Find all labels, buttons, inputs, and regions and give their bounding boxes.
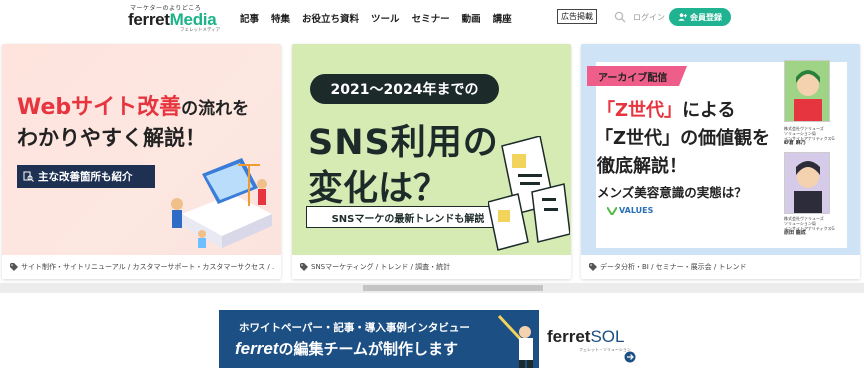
card-banner[interactable]: Webサイト改善の流れを わかりやすく解説！ 主な改善箇所も紹介 — [2, 44, 281, 255]
banner-headline-line1: SNS利用の — [308, 123, 499, 163]
speaker-caption: 株式会社ヴァリューズ ソリューション局 インサイトアナリティクスG 原田 龍成 — [784, 216, 835, 236]
speaker-avatar — [784, 152, 830, 214]
banner-period-pill: 2021～2024年までの — [310, 74, 499, 104]
article-card-gen-z-seminar[interactable]: アーカイブ配信 「Z世代」による 「Z世代」の価値観を 徹底解説！ メンズ美容意… — [581, 44, 860, 279]
register-button[interactable]: 会員登録 — [669, 8, 731, 26]
speaker-illustration — [794, 161, 822, 213]
ferret-sol-logo: ferretSOL — [547, 327, 625, 346]
tag-icon — [589, 263, 597, 271]
card-banner[interactable]: アーカイブ配信 「Z世代」による 「Z世代」の価値観を 徹底解説！ メンズ美容意… — [581, 44, 860, 255]
banner-label: 主な改善箇所も紹介 — [17, 165, 155, 188]
banner-headline-line2: 変化は？ — [308, 169, 449, 209]
banner-headline-line2: 「Z世代」の価値観を — [595, 128, 771, 149]
values-logo: VALUES — [607, 206, 653, 215]
card-banner[interactable]: 2021～2024年までの SNS利用の 変化は？ SNSマーケの最新トレンドも… — [292, 44, 571, 255]
nav-seminars[interactable]: セミナー — [412, 11, 450, 25]
phone-screens-illustration — [488, 136, 570, 251]
banner-headline-line4: メンズ美容意識の実態は？ — [597, 185, 747, 200]
nav-articles[interactable]: 記事 — [240, 11, 259, 25]
card-tags[interactable]: SNSマーケティング / トレンド / 調査・統計 — [300, 262, 565, 272]
card-tags[interactable]: データ分析・BI / セミナー・展示会 / トレンド — [589, 262, 854, 272]
nav-resources[interactable]: お役立ち資料 — [302, 11, 359, 25]
card-tags[interactable]: サイト制作・サイトリニューアル / カスタマーサポート・カスタマーサクセス / … — [10, 262, 275, 272]
banner-headline-line1: Webサイト改善の流れを — [17, 95, 250, 120]
add-user-icon — [678, 13, 687, 21]
main-nav: 記事 特集 お役立ち資料 ツール セミナー 動画 講座 — [240, 11, 512, 25]
logo-subtext: フェレットメディア — [180, 28, 221, 33]
tag-icon — [10, 263, 18, 271]
search-document-icon — [23, 171, 34, 182]
nav-videos[interactable]: 動画 — [462, 11, 481, 25]
arrow-right-icon[interactable] — [624, 351, 636, 363]
speaker-avatar — [784, 60, 830, 122]
card-tags-text: SNSマーケティング / トレンド / 調査・統計 — [311, 263, 451, 271]
carousel-scrollbar-thumb[interactable] — [363, 285, 543, 291]
speaker-caption: 株式会社ヴァリューズ ソリューション局 インサイトアナリティクスG 紗倉 麻乃 — [784, 126, 835, 146]
banner-headline-line1: 「Z世代」による — [597, 100, 736, 121]
nav-courses[interactable]: 講座 — [493, 11, 512, 25]
banner-subtitle-strip: SNSマーケの最新トレンドも解説 — [306, 206, 510, 228]
archive-badge: アーカイブ配信 — [587, 66, 687, 86]
search-icon[interactable] — [614, 11, 626, 23]
site-header: マーケターのよりどころ ferretMedia フェレットメディア 記事 特集 … — [0, 0, 864, 36]
card-tags-text: サイト制作・サイトリニューアル / カスタマーサポート・カスタマーサクセス / … — [21, 263, 275, 271]
carousel-scrollbar[interactable] — [0, 283, 864, 293]
writer-illustration — [497, 314, 533, 368]
login-link[interactable]: ログイン — [633, 12, 665, 23]
banner-line1: ホワイトペーパー・記事・導入事例インタビュー — [239, 322, 470, 334]
article-card-web-improvement[interactable]: Webサイト改善の流れを わかりやすく解説！ 主な改善箇所も紹介 サイト制作・サ… — [2, 44, 281, 279]
ferret-media-logo[interactable]: マーケターのよりどころ ferretMedia フェレットメディア — [128, 2, 224, 33]
nav-tools[interactable]: ツール — [371, 11, 400, 25]
card-tags-text: データ分析・BI / セミナー・展示会 / トレンド — [600, 263, 747, 271]
nav-features[interactable]: 特集 — [271, 11, 290, 25]
article-card-sns-trends[interactable]: 2021～2024年までの SNS利用の 変化は？ SNSマーケの最新トレンドも… — [292, 44, 571, 279]
banner-headline-line3: 徹底解説！ — [597, 156, 687, 177]
website-improvement-illustration — [171, 158, 272, 248]
ferret-sol-banner[interactable]: ホワイトペーパー・記事・導入事例インタビュー ferretの編集チームが制作しま… — [219, 310, 641, 368]
speaker-illustration — [794, 70, 822, 121]
tag-icon — [300, 263, 308, 271]
register-label: 会員登録 — [690, 12, 722, 22]
advertise-button[interactable]: 広告掲載 — [557, 9, 597, 24]
values-mark-icon — [607, 206, 617, 215]
banner-line2: ferretの編集チームが制作します — [235, 339, 459, 358]
